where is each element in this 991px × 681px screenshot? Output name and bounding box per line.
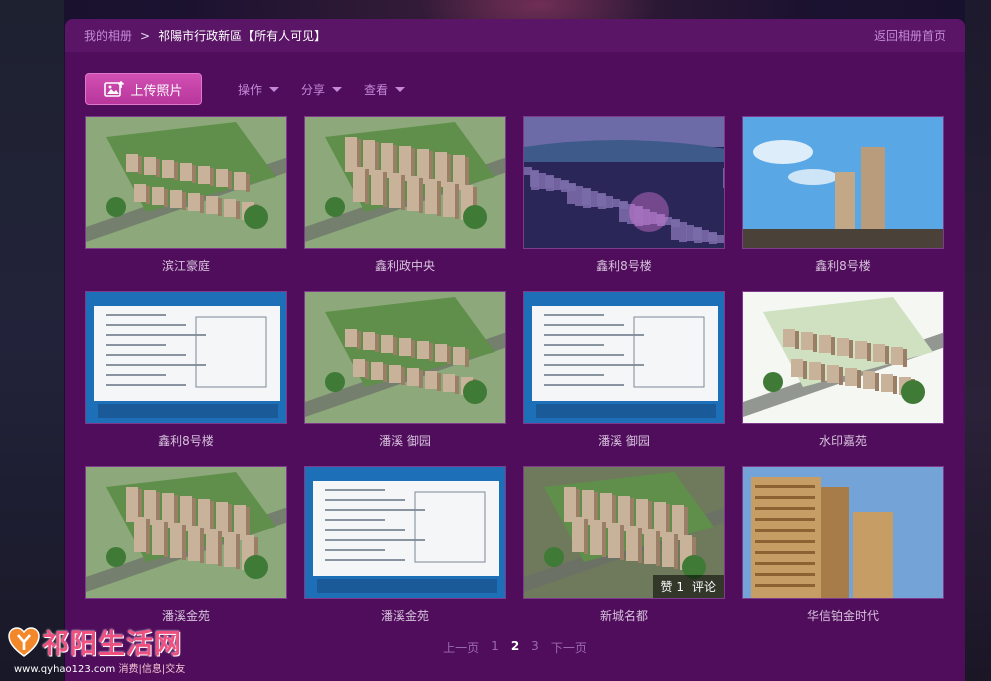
view-menu-label: 查看 [364,82,389,97]
current-page: 2 [510,639,520,653]
operate-menu[interactable]: 操作 [238,81,280,98]
photo-caption[interactable]: 潘溪 御园 [523,432,725,449]
photo-thumbnail[interactable] [304,291,506,424]
breadcrumb: 我的相册 > 祁陽市行政新區【所有人可见】 返回相册首页 [65,19,965,52]
photo-caption[interactable]: 鑫利8号楼 [742,257,944,274]
photo-card: 鑫利8号楼 [742,116,944,274]
album-title: 祁陽市行政新區【所有人可见】 [158,29,327,43]
photo-card: 潘溪金苑 [85,466,287,624]
photo-thumbnail[interactable] [85,466,287,599]
logo-url: www.qyhao123.com [14,664,116,675]
photo-thumbnail[interactable] [304,116,506,249]
prev-page-link[interactable]: 上一页 [443,639,479,656]
photo-caption[interactable]: 水印嘉苑 [742,432,944,449]
next-page-link[interactable]: 下一页 [551,639,587,656]
breadcrumb-my-albums[interactable]: 我的相册 [84,27,132,44]
share-menu[interactable]: 分享 [301,81,343,98]
photo-caption[interactable]: 鑫利8号楼 [523,257,725,274]
photo-thumbnail[interactable] [523,291,725,424]
breadcrumb-separator: > [140,28,151,43]
page-link[interactable]: 1 [491,639,499,656]
operate-menu-label: 操作 [238,82,263,97]
photo-card: 水印嘉苑 [742,291,944,449]
logo-tags: 消费|信息|交友 [118,664,186,675]
album-panel: 我的相册 > 祁陽市行政新區【所有人可见】 返回相册首页 上传照片 操作 分享 [65,19,965,681]
likes-count: 赞 1 [660,580,684,594]
photo-thumbnail[interactable] [304,466,506,599]
photo-caption[interactable]: 潘溪金苑 [304,607,506,624]
back-to-albums-link[interactable]: 返回相册首页 [874,27,946,44]
photo-caption[interactable]: 鑫利8号楼 [85,432,287,449]
photo-thumbnail[interactable]: 赞 1 评论 [523,466,725,599]
chevron-down-icon [332,87,343,92]
background-left [0,0,64,681]
photo-card: 潘溪 御园 [304,291,506,449]
chevron-down-icon [395,87,406,92]
background-right [965,0,991,681]
share-menu-label: 分享 [301,82,326,97]
logo-heart-icon [8,627,40,657]
upload-photo-button[interactable]: 上传照片 [85,73,202,105]
photo-caption[interactable]: 滨江豪庭 [85,257,287,274]
photo-thumbnail[interactable] [742,466,944,599]
photo-card: 赞 1 评论新城名都 [523,466,725,624]
photo-card: 潘溪 御园 [523,291,725,449]
photo-caption[interactable]: 新城名都 [523,607,725,624]
page-link[interactable]: 3 [531,639,539,656]
logo-subtitle: www.qyhao123.com 消费|信息|交友 [14,660,185,675]
upload-photo-icon [104,80,125,98]
toolbar: 上传照片 操作 分享 查看 [85,73,406,105]
photo-card: 鑫利8号楼 [523,116,725,274]
photo-caption[interactable]: 华信铂金时代 [742,607,944,624]
photo-caption[interactable]: 鑫利政中央 [304,257,506,274]
chevron-down-icon [269,87,280,92]
view-menu[interactable]: 查看 [364,81,406,98]
site-logo[interactable]: 祁阳生活网 www.qyhao123.com 消费|信息|交友 [4,622,214,678]
comments-link: 评论 [691,580,716,594]
logo-title: 祁阳生活网 [42,629,182,660]
photo-card: 滨江豪庭 [85,116,287,274]
photo-card: 鑫利政中央 [304,116,506,274]
photo-thumbnail[interactable] [85,291,287,424]
upload-photo-label: 上传照片 [130,83,183,99]
photo-thumbnail[interactable] [742,291,944,424]
photo-card: 华信铂金时代 [742,466,944,624]
photo-caption[interactable]: 潘溪 御园 [304,432,506,449]
photo-thumbnail[interactable] [85,116,287,249]
photo-stats-badge[interactable]: 赞 1 评论 [652,575,724,598]
photo-card: 鑫利8号楼 [85,291,287,449]
photo-thumbnail[interactable] [742,116,944,249]
photo-card: 潘溪金苑 [304,466,506,624]
photo-thumbnail[interactable] [523,116,725,249]
